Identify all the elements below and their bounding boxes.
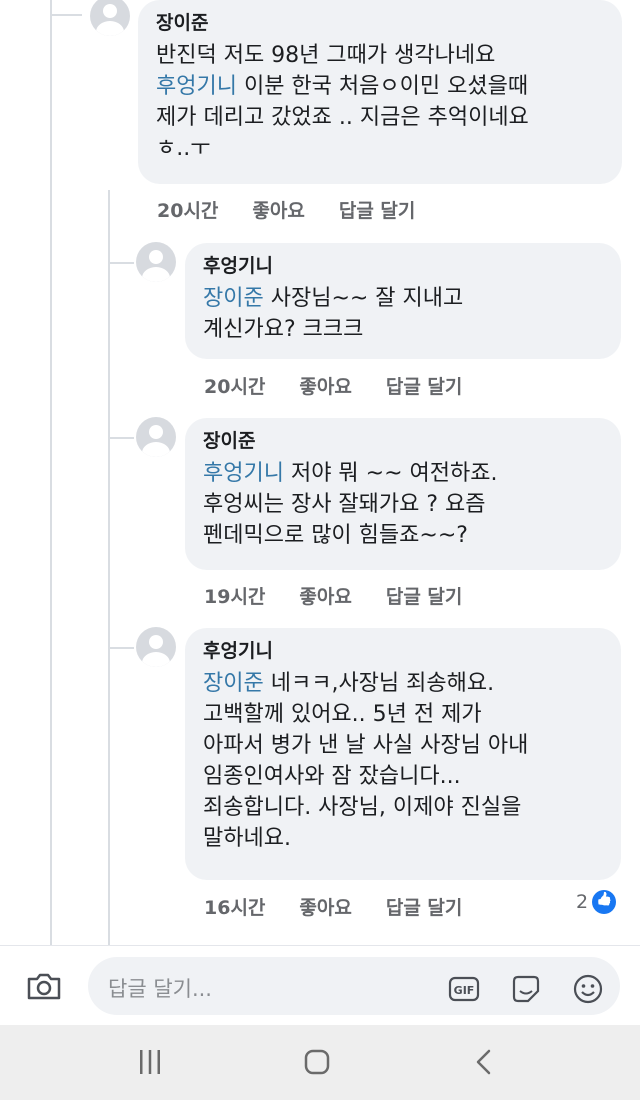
home-icon[interactable] (302, 1047, 332, 1077)
comment-text: 후엉기니 저야 뭐 ~~ 여전하죠. 후엉씨는 장사 잘돼가요 ? 요즘 펜데믹… (203, 461, 498, 548)
avatar[interactable] (136, 417, 176, 457)
comment-bubble: 후엉기니 장이준 사장님~~ 잘 지내고 계신가요? 크크크 (185, 243, 621, 359)
timestamp: 19시간 (204, 586, 266, 608)
thread-line (50, 0, 52, 945)
comment-author[interactable]: 장이준 (156, 10, 604, 36)
reply-input[interactable]: 답글 달기... GIF (88, 957, 620, 1015)
avatar[interactable] (136, 627, 176, 667)
comment-meta: 20시간 좋아요 답글 달기 (157, 196, 449, 223)
reaction-count: 2 (576, 891, 589, 913)
timestamp: 20시간 (204, 376, 266, 398)
reply-connector (108, 437, 134, 439)
reply-thread-line (108, 190, 110, 945)
comment-text: 반진덕 저도 98년 그때가 생각나네요 후엉기니 이분 한국 처음ㅇ이민 오셨을… (156, 43, 529, 161)
like-button[interactable]: 좋아요 (299, 582, 351, 609)
mention-link[interactable]: 장이준 (203, 671, 264, 696)
timestamp: 20시간 (157, 200, 219, 222)
thread-connector (50, 14, 82, 16)
reply-button[interactable]: 답글 달기 (339, 196, 416, 223)
mention-link[interactable]: 후엉기니 (156, 74, 237, 99)
reply-connector (108, 262, 134, 264)
system-navigation-bar (0, 1025, 640, 1100)
camera-icon[interactable] (26, 971, 62, 1001)
comment-author[interactable]: 후엉기니 (203, 638, 603, 664)
reply-input-placeholder: 답글 달기... (108, 977, 212, 1001)
recent-apps-icon[interactable] (136, 1047, 164, 1077)
reply-button[interactable]: 답글 달기 (386, 372, 463, 399)
reply-button[interactable]: 답글 달기 (386, 582, 463, 609)
mention-link[interactable]: 후엉기니 (203, 461, 284, 486)
svg-text:GIF: GIF (454, 984, 475, 997)
reply-composer: 답글 달기... GIF (0, 945, 640, 1026)
avatar[interactable] (90, 0, 130, 36)
comment-bubble: 후엉기니 장이준 네ㅋㅋ,사장님 죄송해요. 고백할께 있어요.. 5년 전 제… (185, 628, 621, 880)
comment-author[interactable]: 장이준 (203, 428, 603, 454)
comment-text: 장이준 네ㅋㅋ,사장님 죄송해요. 고백할께 있어요.. 5년 전 제가 아파서… (203, 671, 529, 851)
comment-meta: 19시간 좋아요 답글 달기 (204, 582, 496, 609)
comment-text: 장이준 사장님~~ 잘 지내고 계신가요? 크크크 (203, 286, 464, 342)
comment-bubble: 장이준 후엉기니 저야 뭐 ~~ 여전하죠. 후엉씨는 장사 잘돼가요 ? 요즘… (185, 418, 621, 570)
reply-button[interactable]: 답글 달기 (386, 893, 463, 920)
mention-link[interactable]: 장이준 (203, 286, 264, 311)
emoji-icon[interactable] (572, 973, 604, 1005)
like-button[interactable]: 좋아요 (252, 196, 304, 223)
comment-meta: 20시간 좋아요 답글 달기 (204, 372, 496, 399)
reaction-summary[interactable]: 2 (576, 890, 617, 914)
back-icon[interactable] (470, 1047, 498, 1077)
sticker-icon[interactable] (510, 973, 542, 1005)
timestamp: 16시간 (204, 897, 266, 919)
like-reaction-icon (592, 890, 617, 914)
comment-bubble: 장이준 반진덕 저도 98년 그때가 생각나네요 후엉기니 이분 한국 처음ㅇ이민… (138, 0, 622, 184)
avatar[interactable] (136, 242, 176, 282)
reply-connector (108, 647, 134, 649)
like-button[interactable]: 좋아요 (299, 372, 351, 399)
comment-meta: 16시간 좋아요 답글 달기 (204, 893, 496, 920)
gif-icon[interactable]: GIF (448, 973, 480, 1005)
comment-author[interactable]: 후엉기니 (203, 253, 603, 279)
like-button[interactable]: 좋아요 (299, 893, 351, 920)
